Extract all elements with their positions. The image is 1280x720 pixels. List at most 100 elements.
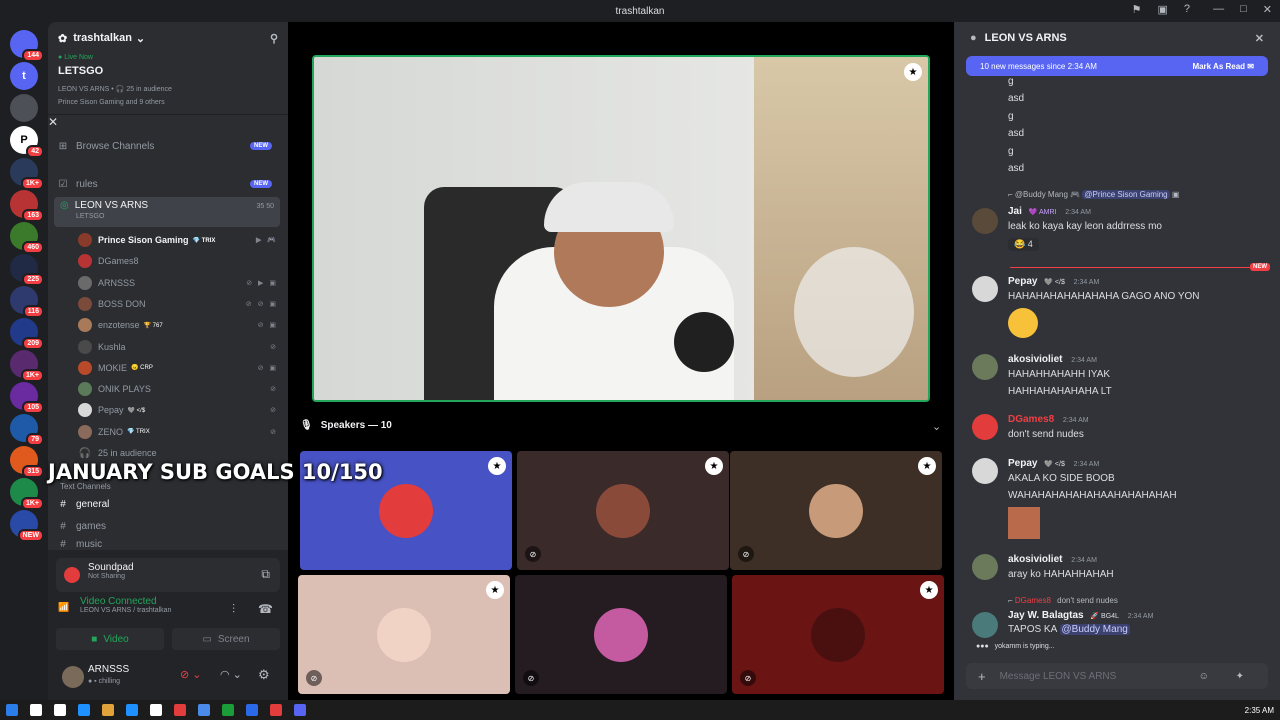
voice-member[interactable]: Kushla ⊘ — [78, 337, 278, 357]
speakers-header[interactable]: 🎙 Speakers — 10 — [300, 420, 392, 431]
noise-suppression-icon[interactable]: ⫶ — [232, 602, 235, 617]
author-name[interactable]: akosivioliet — [1008, 554, 1062, 565]
channel-music[interactable]: # music — [56, 539, 278, 549]
server-icon[interactable]: 209 — [10, 318, 44, 350]
add-attachment-icon[interactable]: + — [978, 669, 986, 684]
taskbar-app-icon[interactable] — [78, 704, 90, 716]
voice-channel-leon-vs-arns[interactable]: ◎ LEON VS ARNS LETSGO 35 50 — [54, 197, 280, 227]
server-icon[interactable]: 144 — [10, 30, 44, 62]
server-icon[interactable]: 79 — [10, 414, 44, 446]
voice-member[interactable]: ARNSSS ⊘ ▶ ▣ — [78, 273, 278, 293]
guild-header[interactable]: ✿ trashtalkan ⌄ ⚲ — [48, 22, 288, 54]
voice-member[interactable]: Prince Sison Gaming 💎 TRIX ▶ 🎮 — [78, 230, 278, 250]
disconnect-icon[interactable]: ☎ — [258, 602, 273, 616]
pin-icon[interactable]: ★ — [918, 457, 936, 475]
taskbar-app-icon[interactable] — [102, 704, 114, 716]
pin-icon[interactable]: ★ — [904, 63, 922, 81]
server-icon[interactable]: 1K+ — [10, 350, 44, 382]
server-icon[interactable]: 105 — [10, 382, 44, 414]
taskbar-app-icon[interactable] — [174, 704, 186, 716]
avatar[interactable] — [62, 666, 84, 688]
reply-preview[interactable]: ⌐ DGames8 don't send nudes — [1008, 596, 1118, 605]
voice-member[interactable]: Pepay 🩶 </$ ⊘ — [78, 400, 278, 420]
channel-games[interactable]: # games — [56, 516, 278, 536]
mention[interactable]: @Buddy Mang — [1059, 624, 1130, 635]
speaker-tile[interactable]: ★ ⊘ — [730, 451, 942, 570]
pin-icon[interactable]: ★ — [486, 581, 504, 599]
speaker-tile[interactable]: ★ ⊘ — [517, 451, 729, 570]
minimize-button[interactable]: — — [1213, 3, 1224, 16]
video-button[interactable]: ■ Video — [56, 628, 164, 650]
taskbar-app-icon[interactable] — [126, 704, 138, 716]
speaker-tile[interactable]: ★ ⊘ — [732, 575, 944, 694]
avatar[interactable] — [972, 554, 998, 580]
taskbar-app-icon[interactable] — [150, 704, 162, 716]
avatar[interactable] — [972, 276, 998, 302]
mention[interactable]: @Prince Sison Gaming — [1082, 190, 1170, 199]
close-window-button[interactable]: ✕ — [1263, 3, 1272, 16]
avatar[interactable] — [972, 414, 998, 440]
maximize-button[interactable]: □ — [1240, 3, 1247, 16]
speaker-tile[interactable]: ★ ⊘ — [298, 575, 510, 694]
taskbar-app-icon[interactable] — [270, 704, 282, 716]
voice-member[interactable]: BOSS DON ⊘ ⊘ ▣ — [78, 294, 278, 314]
new-messages-bar[interactable]: 10 new messages since 2:34 AM Mark As Re… — [966, 56, 1268, 76]
reply-preview[interactable]: ⌐ @Buddy Mang 🎮 @Prince Sison Gaming ▣ — [1008, 190, 1179, 199]
taskbar-app-icon[interactable] — [294, 704, 306, 716]
chevron-down-icon[interactable]: ⌄ — [932, 420, 941, 433]
mic-muted-icon[interactable]: ⊘ ⌄ — [180, 668, 202, 681]
taskbar-app-icon[interactable] — [222, 704, 234, 716]
taskbar-app-icon[interactable] — [6, 704, 18, 716]
reaction[interactable]: 😂 4 — [1008, 238, 1039, 251]
emoji-icon[interactable]: ☺ ✦ — [1199, 671, 1256, 682]
inbox-icon[interactable]: ⚑ — [1132, 3, 1142, 16]
avatar[interactable] — [972, 612, 998, 638]
settings-gear-icon[interactable]: ⚙ — [258, 667, 270, 683]
connection-info[interactable]: 📶 Video Connected LEON VS ARNS / trashta… — [56, 596, 171, 614]
server-icon[interactable] — [10, 94, 38, 122]
author-name[interactable]: Pepay — [1008, 458, 1037, 469]
avatar[interactable] — [972, 458, 998, 484]
server-icon[interactable]: 225 — [10, 254, 44, 286]
help-icon[interactable]: ? — [1184, 3, 1190, 16]
author-name[interactable]: Jai — [1008, 206, 1022, 217]
avatar[interactable] — [972, 354, 998, 380]
soundpad-panel[interactable]: Soundpad Not Sharing ⧉ — [56, 558, 280, 592]
server-icon[interactable]: 1K+ — [10, 158, 44, 190]
avatar[interactable] — [972, 208, 998, 234]
add-member-icon[interactable]: ⚲ — [270, 32, 278, 45]
server-icon[interactable]: 163 — [10, 190, 44, 222]
server-icon[interactable]: 116 — [10, 286, 44, 318]
close-icon[interactable]: ✕ — [48, 115, 58, 129]
server-icon[interactable]: t — [10, 62, 38, 90]
voice-member[interactable]: DGames8 — [78, 251, 278, 271]
stream-icon[interactable]: ▣ — [1157, 3, 1167, 16]
main-video[interactable]: ★ — [312, 55, 930, 402]
close-chat-icon[interactable]: ✕ — [1255, 32, 1264, 45]
server-icon[interactable]: P 42 — [10, 126, 44, 158]
speaker-tile[interactable]: ⊘ — [515, 575, 727, 694]
mark-as-read-button[interactable]: Mark As Read ✉ — [1192, 62, 1254, 71]
author-name[interactable]: akosivioliet — [1008, 354, 1062, 365]
browse-channels[interactable]: ⊞ Browse Channels NEW — [56, 136, 278, 156]
author-name[interactable]: Pepay — [1008, 276, 1037, 287]
voice-member[interactable]: MOKIE 😠 CRP ⊘ ▣ — [78, 358, 278, 378]
taskbar-app-icon[interactable] — [198, 704, 210, 716]
taskbar-app-icon[interactable] — [30, 704, 42, 716]
server-icon[interactable]: 1K+ — [10, 478, 44, 510]
pin-icon[interactable]: ★ — [488, 457, 506, 475]
screen-share-icon[interactable]: ⧉ — [261, 567, 270, 582]
server-icon[interactable]: NEW — [10, 510, 44, 542]
headphones-icon[interactable]: ◠ ⌄ — [220, 668, 242, 681]
voice-member[interactable]: enzotense 🏆 767 ⊘ ▣ — [78, 315, 278, 335]
channel-rules[interactable]: ☑ rules NEW — [56, 174, 278, 194]
screen-button[interactable]: ▭ Screen — [172, 628, 280, 650]
pin-icon[interactable]: ★ — [920, 581, 938, 599]
message-input[interactable]: Message LEON VS ARNS — [1000, 671, 1117, 682]
meme-image[interactable] — [1008, 507, 1040, 539]
taskbar-app-icon[interactable] — [54, 704, 66, 716]
voice-member[interactable]: ONIK PLAYS ⊘ — [78, 379, 278, 399]
author-name[interactable]: Jay W. Balagtas — [1008, 610, 1084, 621]
author-name[interactable]: DGames8 — [1008, 414, 1054, 425]
live-banner[interactable]: ● Live Now LETSGO LEON VS ARNS • 🎧 25 in… — [48, 54, 288, 115]
